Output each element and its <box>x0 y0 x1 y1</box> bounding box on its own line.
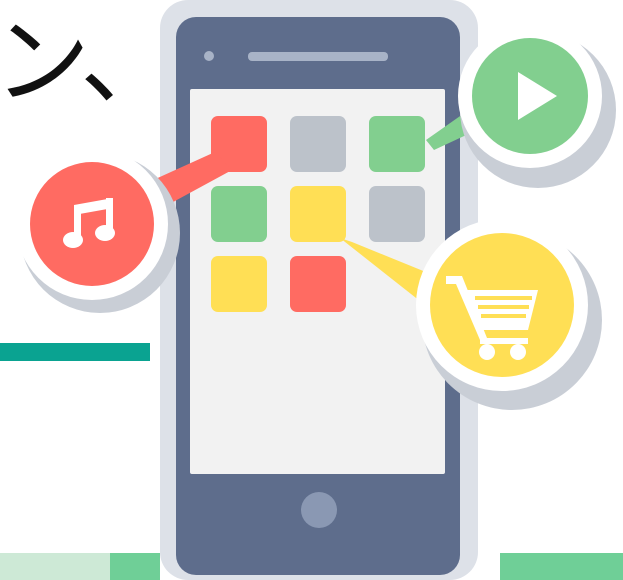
app-icon-red <box>290 256 346 312</box>
app-icon-yellow <box>290 186 346 242</box>
app-icon-green <box>369 116 425 172</box>
phone-speaker <box>248 52 388 61</box>
app-icon-gray <box>369 186 425 242</box>
app-icon-gray <box>290 116 346 172</box>
app-icon-green <box>211 186 267 242</box>
music-bubble <box>30 162 154 286</box>
phone-home-button <box>301 492 337 528</box>
app-icon-yellow <box>211 256 267 312</box>
smartphone-apps-illustration <box>16 0 616 580</box>
phone-camera <box>204 51 214 61</box>
